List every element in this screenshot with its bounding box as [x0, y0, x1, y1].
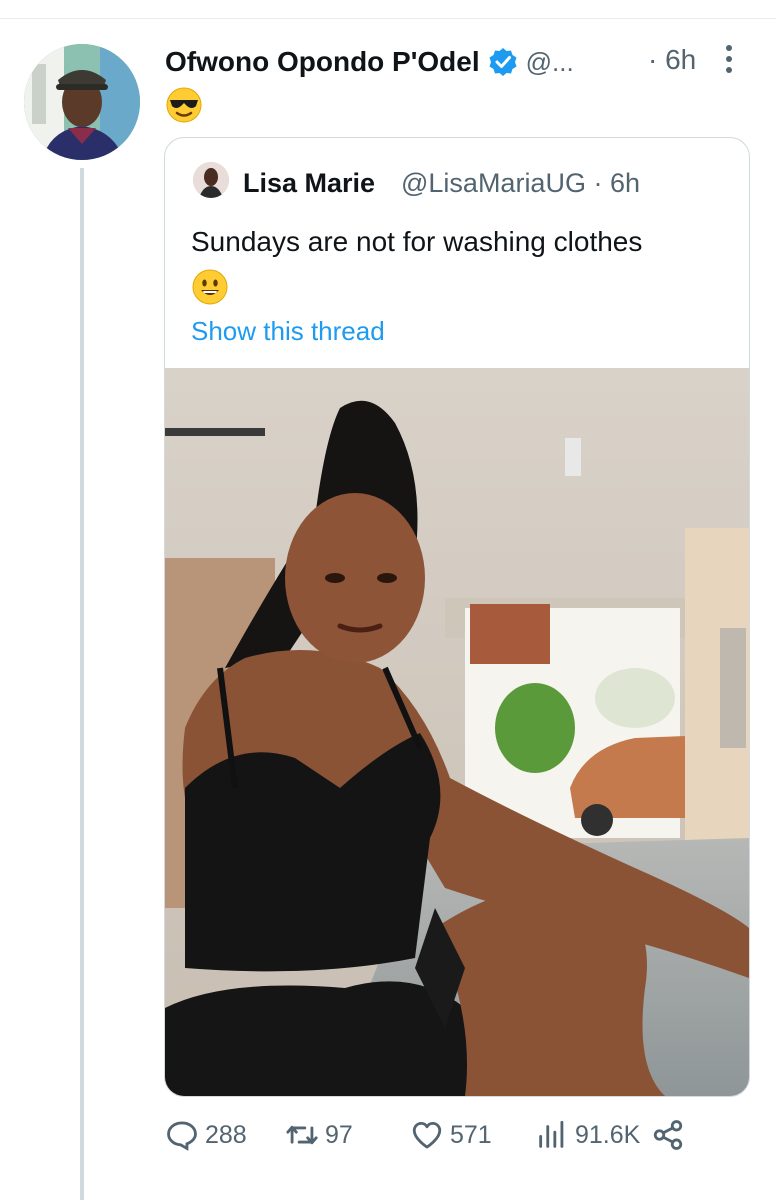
quoted-tweet-text: Sundays are not for washing clothes	[191, 226, 643, 257]
retweet-count: 97	[325, 1120, 353, 1149]
quoted-author-avatar[interactable]	[193, 162, 229, 198]
share-icon	[653, 1120, 683, 1150]
views-count: 91.6K	[575, 1120, 641, 1149]
views-button[interactable]: 91.6K	[535, 1118, 640, 1152]
verified-badge-icon	[488, 47, 518, 77]
retweet-button[interactable]: 97	[285, 1118, 353, 1152]
like-button[interactable]: 571	[410, 1118, 492, 1152]
quoted-tweet-photo[interactable]	[165, 368, 749, 1096]
tweet-header: Ofwono Opondo P'Odel @...	[165, 42, 574, 82]
retweet-icon	[286, 1125, 318, 1145]
quoted-author-name[interactable]: Lisa Marie	[243, 168, 375, 199]
sunglasses-emoji-icon	[165, 86, 203, 124]
share-button[interactable]	[651, 1118, 685, 1152]
show-thread-link[interactable]: Show this thread	[191, 316, 385, 347]
reply-count: 288	[205, 1120, 247, 1149]
reply-button[interactable]: 288	[165, 1118, 247, 1152]
author-avatar[interactable]	[24, 44, 140, 160]
more-options-icon[interactable]	[722, 42, 736, 76]
views-chart-icon	[539, 1120, 564, 1148]
heart-icon	[412, 1121, 442, 1149]
grinning-emoji-icon	[191, 268, 229, 306]
like-count: 571	[450, 1120, 492, 1149]
tweet-time[interactable]: · 6h	[648, 44, 696, 76]
reply-icon	[167, 1121, 197, 1151]
author-display-name[interactable]: Ofwono Opondo P'Odel	[165, 46, 480, 78]
quoted-tweet-card[interactable]: Lisa Marie @LisaMariaUG · 6h Sundays are…	[164, 137, 750, 1097]
thread-connector-line	[80, 168, 84, 1200]
quoted-author-handle-time[interactable]: @LisaMariaUG · 6h	[401, 168, 640, 199]
author-handle[interactable]: @...	[526, 47, 574, 78]
tweet-action-bar: 288 97 571 91.6K	[165, 1118, 725, 1162]
top-divider	[0, 18, 776, 19]
